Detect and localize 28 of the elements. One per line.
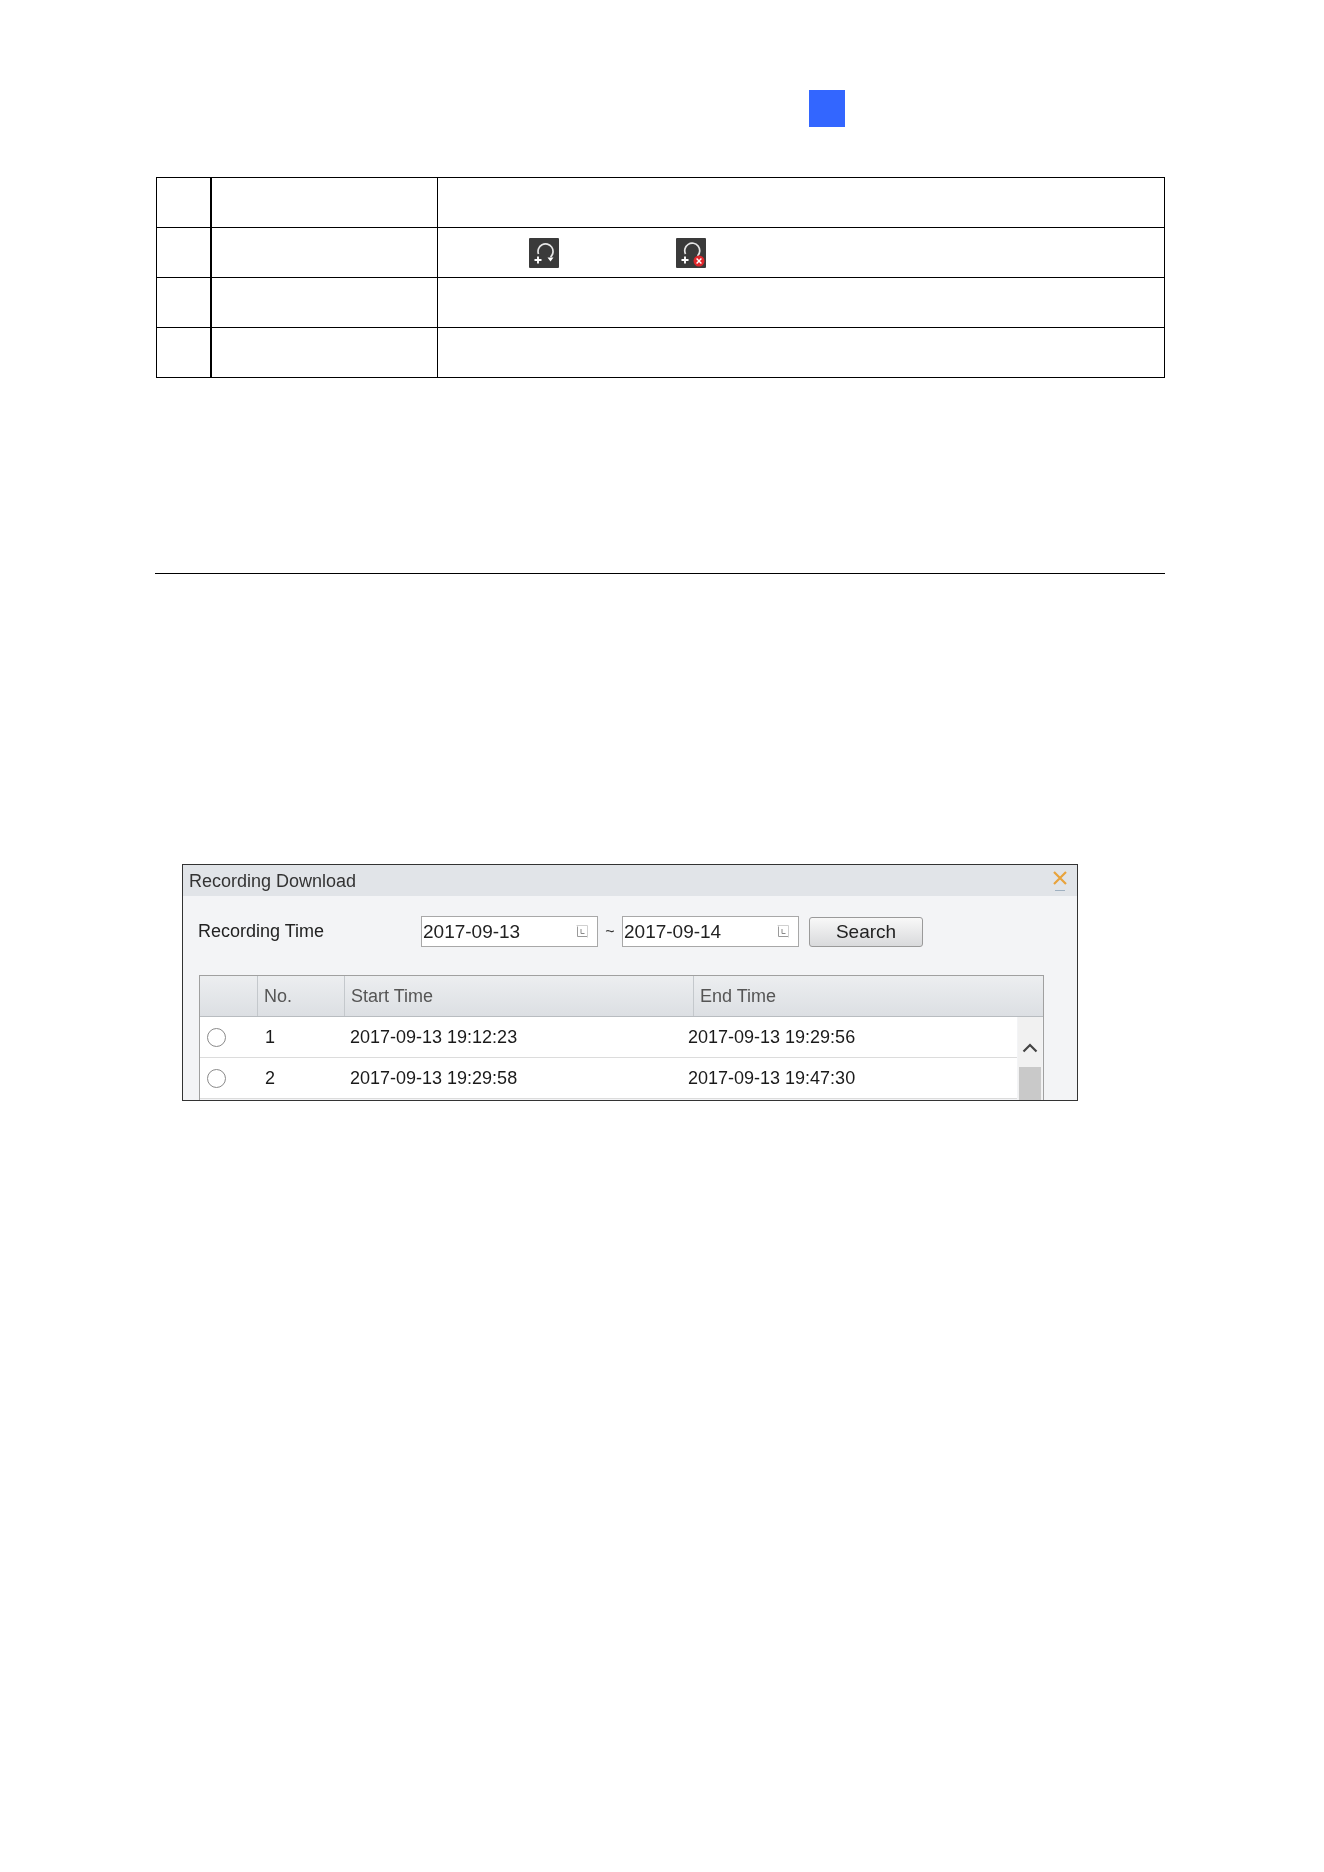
column-header: Start Time — [351, 984, 434, 1008]
column-header: No. — [264, 984, 292, 1008]
column-header: End Time — [700, 984, 777, 1008]
section-marker — [809, 90, 845, 127]
range-separator: ~ — [604, 921, 616, 942]
table-cell: 2 — [265, 1067, 275, 1088]
table-cell: 2017-09-13 19:12:23 — [350, 1026, 518, 1047]
dialog-title: Recording Download — [189, 871, 357, 890]
arc-plus-icon — [529, 237, 559, 268]
arc-plus-delete-icon — [676, 237, 706, 268]
scrollbar-thumb[interactable] — [1019, 1067, 1041, 1100]
date-field[interactable]: 2017-09-14 — [622, 916, 799, 947]
radio-button[interactable] — [207, 1068, 226, 1088]
table-row[interactable]: 2 2017-09-13 19:29:58 2017-09-13 19:47:30 — [200, 1058, 1017, 1099]
radio-button[interactable] — [207, 1027, 226, 1047]
field-label: Recording Time — [198, 920, 326, 943]
calendar-icon[interactable] — [576, 925, 588, 938]
search-button[interactable]: Search — [809, 916, 923, 947]
scrollbar[interactable] — [1018, 1017, 1042, 1100]
chevron-up-icon[interactable] — [1022, 1043, 1038, 1053]
table-cell: 2017-09-13 19:29:56 — [688, 1026, 856, 1047]
table-cell: 2017-09-13 19:47:30 — [688, 1067, 856, 1088]
table-cell: 1 — [265, 1026, 275, 1047]
calendar-icon[interactable] — [777, 925, 789, 938]
table-cell: 2017-09-13 19:29:58 — [350, 1067, 518, 1088]
table-row[interactable]: 1 2017-09-13 19:12:23 2017-09-13 19:29:56 — [200, 1017, 1017, 1058]
close-icon[interactable] — [1052, 869, 1068, 892]
date-field[interactable]: 2017-09-13 — [421, 916, 598, 947]
